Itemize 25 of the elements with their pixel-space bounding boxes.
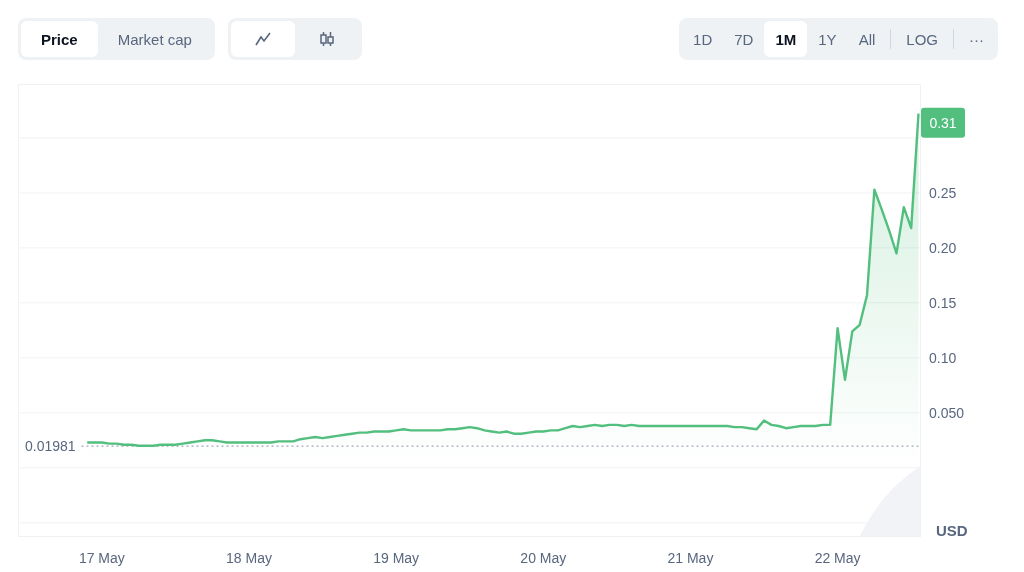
current-price-badge: 0.31 — [921, 107, 965, 138]
candlestick-icon — [318, 31, 335, 47]
more-button[interactable]: ··· — [958, 21, 995, 57]
x-axis-label: 21 May — [667, 550, 714, 566]
x-axis-label: 17 May — [78, 550, 125, 566]
range-tab[interactable]: 1Y — [807, 21, 848, 57]
y-axis-label: 0.15 — [929, 294, 957, 311]
y-axis-label: 0.20 — [929, 239, 957, 256]
reference-price: 0.01981 — [25, 438, 76, 455]
currency-unit: USD — [936, 522, 968, 539]
y-axis-label: 0.050 — [929, 404, 965, 421]
y-axis-label: 0.25 — [929, 184, 957, 201]
x-axis-label: 20 May — [520, 550, 567, 566]
x-axis-label: 18 May — [226, 550, 272, 566]
range-tab[interactable]: 7D — [723, 21, 765, 57]
range-tab[interactable]: 1M — [764, 21, 808, 57]
log-scale-button[interactable]: LOG — [895, 21, 949, 57]
line-chart-icon — [254, 32, 271, 46]
metric-tab[interactable]: Market cap — [97, 21, 212, 57]
x-axis-label: 19 May — [373, 550, 420, 566]
range-tab[interactable]: 1D — [682, 21, 724, 57]
y-axis-label: 0.10 — [929, 349, 957, 366]
range-tab[interactable]: All — [847, 21, 887, 57]
metric-tab[interactable]: Price — [21, 21, 98, 57]
x-axis-label: 22 May — [814, 550, 861, 566]
